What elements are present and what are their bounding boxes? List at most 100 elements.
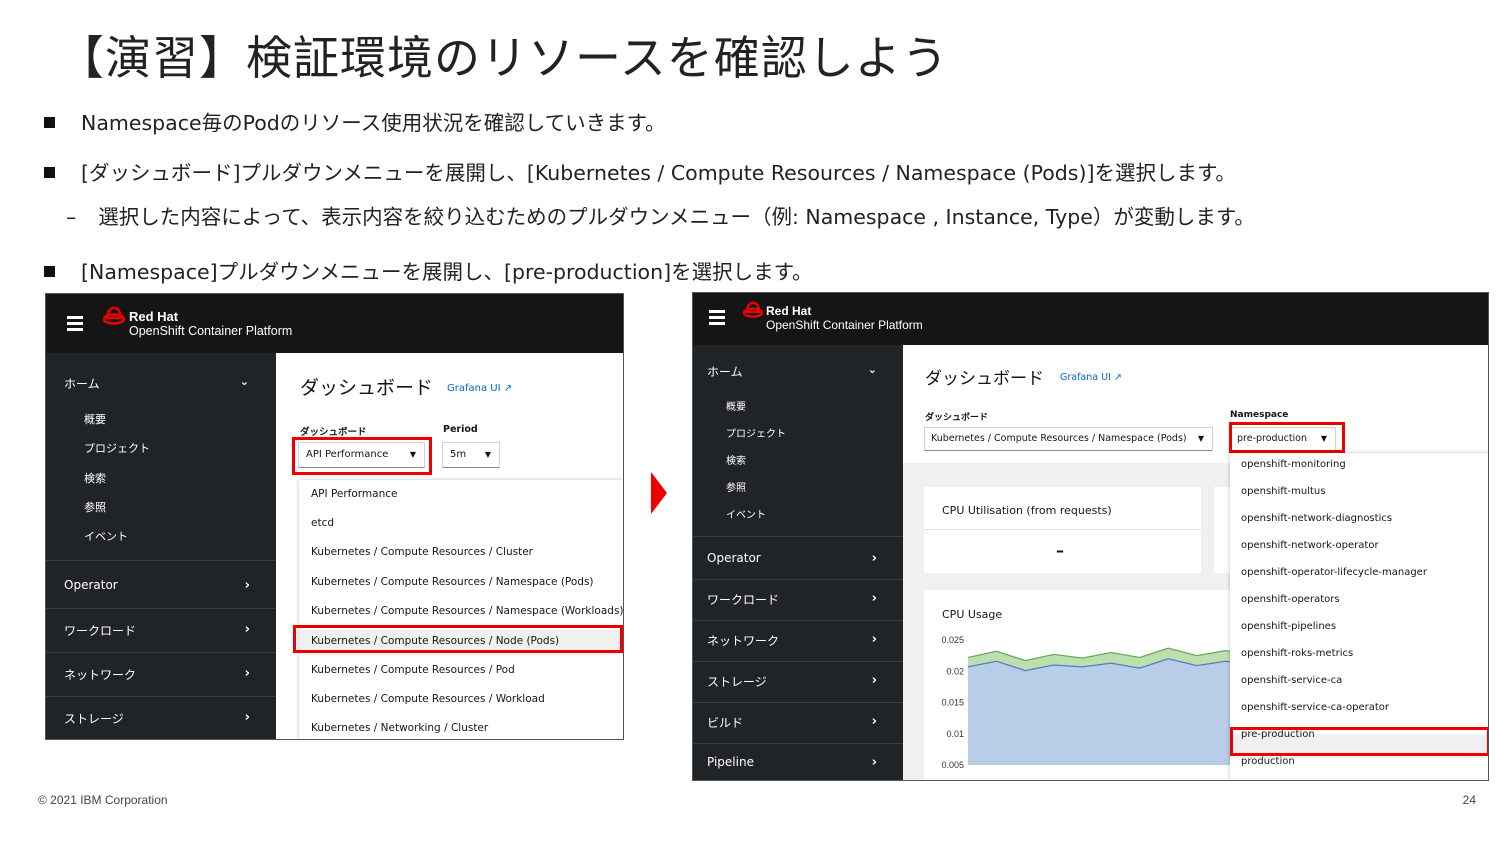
- main-content: ダッシュボード Grafana UI ↗ ダッシュボード Period API …: [276, 353, 623, 739]
- nav-divider: [693, 620, 903, 621]
- external-link-icon: ↗: [503, 383, 513, 394]
- menu-item-compute-cluster[interactable]: Kubernetes / Compute Resources / Cluster: [311, 546, 533, 558]
- highlight-namespace-select: [1229, 422, 1345, 453]
- dashboard-select[interactable]: Kubernetes / Compute Resources / Namespa…: [924, 427, 1213, 451]
- ns-item-openshift-network-diagnostics[interactable]: openshift-network-diagnostics: [1241, 513, 1392, 524]
- hamburger-icon[interactable]: [709, 310, 725, 313]
- cpu-utilisation-card: CPU Utilisation (from requests) –: [924, 487, 1201, 573]
- nav-pipeline-label: Pipeline: [707, 755, 754, 769]
- menu-item-compute-pod[interactable]: Kubernetes / Compute Resources / Pod: [311, 664, 515, 676]
- bullet-square-icon: [44, 266, 55, 277]
- bullet-square-icon: [44, 117, 55, 128]
- sub-bullet-dash: –: [66, 205, 77, 229]
- external-link-icon: ↗: [1113, 372, 1122, 383]
- chevron-right-icon: ›: [871, 714, 877, 729]
- red-hat-logo-icon: [743, 301, 763, 318]
- period-select[interactable]: 5m ▼: [442, 442, 500, 468]
- brand-name: Red Hat: [766, 304, 812, 318]
- copyright: © 2021 IBM Corporation: [38, 793, 168, 807]
- menu-item-compute-namespace-pods[interactable]: Kubernetes / Compute Resources / Namespa…: [311, 576, 594, 588]
- chevron-right-icon: ›: [244, 578, 250, 593]
- bullet-3-text: [Namespace]プルダウンメニューを展開し、[pre-production…: [81, 260, 813, 284]
- red-hat-logo-icon: [103, 306, 125, 325]
- nav-item-events[interactable]: イベント: [84, 528, 128, 544]
- period-label: Period: [443, 424, 478, 435]
- ns-item-openshift-operators[interactable]: openshift-operators: [1241, 594, 1340, 605]
- nav-item-overview[interactable]: 概要: [84, 411, 106, 427]
- bullet-2: [ダッシュボード]プルダウンメニューを展開し、[Kubernetes / Com…: [44, 156, 1236, 186]
- ns-item-openshift-network-operator[interactable]: openshift-network-operator: [1241, 540, 1379, 551]
- nav-operator-label: Operator: [707, 551, 761, 565]
- ns-item-openshift-multus[interactable]: openshift-multus: [1241, 486, 1325, 497]
- ns-item-openshift-operator-lifecycle-manager[interactable]: openshift-operator-lifecycle-manager: [1241, 567, 1427, 578]
- grafana-link[interactable]: Grafana UI ↗: [447, 383, 512, 394]
- menu-item-compute-workload[interactable]: Kubernetes / Compute Resources / Workloa…: [311, 693, 545, 705]
- series-area-1: [968, 658, 1254, 765]
- y-tick-label: 0.025: [941, 635, 964, 645]
- nav-builds-label: ビルド: [707, 716, 744, 730]
- nav-divider: [693, 579, 903, 580]
- nav-divider: [693, 702, 903, 703]
- grafana-link-text: Grafana UI: [447, 383, 501, 394]
- nav-networking-label: ネットワーク: [64, 668, 137, 682]
- y-tick-label: 0.01: [946, 729, 964, 739]
- nav-item-search[interactable]: 検索: [84, 470, 106, 486]
- cpu-utilisation-value: –: [1056, 541, 1064, 560]
- slide-title: 【演習】検証環境のリソースを確認しよう: [58, 31, 949, 85]
- sub-bullet-text: 選択した内容によって、表示内容を絞り込むためのプルダウンメニュー（例: Name…: [98, 205, 1255, 229]
- red-arrow-icon: [651, 472, 667, 514]
- grafana-link[interactable]: Grafana UI ↗: [1060, 372, 1122, 383]
- masthead: Red Hat OpenShift Container Platform: [46, 294, 623, 353]
- dashboard-label: ダッシュボード: [925, 413, 989, 423]
- cpu-usage-title: CPU Usage: [942, 608, 1003, 621]
- nav-item-projects[interactable]: プロジェクト: [726, 425, 786, 440]
- nav-item-projects[interactable]: プロジェクト: [84, 440, 150, 456]
- nav-item-overview[interactable]: 概要: [726, 398, 746, 413]
- y-tick-label: 0.005: [941, 760, 964, 770]
- ns-item-openshift-pipelines[interactable]: openshift-pipelines: [1241, 621, 1336, 632]
- nav-item-explore[interactable]: 参照: [84, 499, 106, 515]
- grafana-link-text: Grafana UI: [1060, 372, 1111, 383]
- menu-item-networking-cluster[interactable]: Kubernetes / Networking / Cluster: [311, 722, 488, 734]
- highlight-menu-item: [293, 625, 623, 653]
- nav-item-explore[interactable]: 参照: [726, 479, 746, 494]
- dashboard-select-value: Kubernetes / Compute Resources / Namespa…: [931, 433, 1187, 444]
- cpu-utilisation-title: CPU Utilisation (from requests): [942, 504, 1112, 517]
- ns-item-production[interactable]: production: [1241, 756, 1295, 767]
- nav-divider: [46, 608, 276, 609]
- chevron-right-icon: ›: [871, 551, 877, 566]
- right-screenshot: Red Hat OpenShift Container Platform ホーム…: [692, 292, 1489, 781]
- product-name: OpenShift Container Platform: [766, 318, 923, 332]
- sidebar: ホーム ⌄ 概要 プロジェクト 検索 参照 イベント Operator › ワーク…: [693, 345, 903, 780]
- nav-workloads-label: ワークロード: [64, 624, 137, 638]
- main-content: ダッシュボード Grafana UI ↗ ダッシュボード Namespace K…: [903, 345, 1488, 780]
- nav-divider: [46, 560, 276, 561]
- cpu-usage-card: CPU Usage 0.025 0.02 0.015 0.01 0.005: [924, 590, 1254, 780]
- period-select-value: 5m: [450, 449, 467, 460]
- y-tick-label: 0.02: [946, 666, 964, 676]
- left-screenshot: Red Hat OpenShift Container Platform ホーム…: [45, 293, 624, 740]
- chevron-right-icon: ›: [871, 673, 877, 688]
- sub-bullet: – 選択した内容によって、表示内容を絞り込むためのプルダウンメニュー（例: Nam…: [66, 200, 1255, 230]
- page-title: ダッシュボード: [925, 369, 1044, 389]
- ns-item-openshift-service-ca-operator[interactable]: openshift-service-ca-operator: [1241, 702, 1389, 713]
- ns-item-openshift-monitoring[interactable]: openshift-monitoring: [1241, 459, 1346, 470]
- bullet-square-icon: [44, 167, 55, 178]
- cpu-usage-chart: 0.025 0.02 0.015 0.01 0.005: [941, 635, 1254, 770]
- card-divider: [924, 529, 1201, 530]
- menu-item-api-performance[interactable]: API Performance: [311, 488, 398, 500]
- chevron-right-icon: ›: [871, 755, 877, 770]
- bullet-2-text: [ダッシュボード]プルダウンメニューを展開し、[Kubernetes / Com…: [81, 161, 1236, 185]
- ns-item-openshift-roks-metrics[interactable]: openshift-roks-metrics: [1241, 648, 1353, 659]
- menu-item-etcd[interactable]: etcd: [311, 517, 334, 529]
- dashboard-dropdown-menu: API Performance etcd Kubernetes / Comput…: [299, 480, 623, 739]
- bullet-1-text: Namespace毎のPodのリソース使用状況を確認していきます。: [81, 111, 666, 135]
- nav-home-label: ホーム: [707, 365, 743, 379]
- nav-home-label: ホーム: [64, 377, 100, 391]
- nav-item-search[interactable]: 検索: [726, 452, 746, 467]
- menu-item-compute-namespace-workloads[interactable]: Kubernetes / Compute Resources / Namespa…: [311, 605, 623, 617]
- ns-item-openshift-service-ca[interactable]: openshift-service-ca: [1241, 675, 1342, 686]
- nav-item-events[interactable]: イベント: [726, 506, 766, 521]
- hamburger-icon[interactable]: [67, 316, 83, 319]
- y-tick-label: 0.015: [941, 698, 964, 708]
